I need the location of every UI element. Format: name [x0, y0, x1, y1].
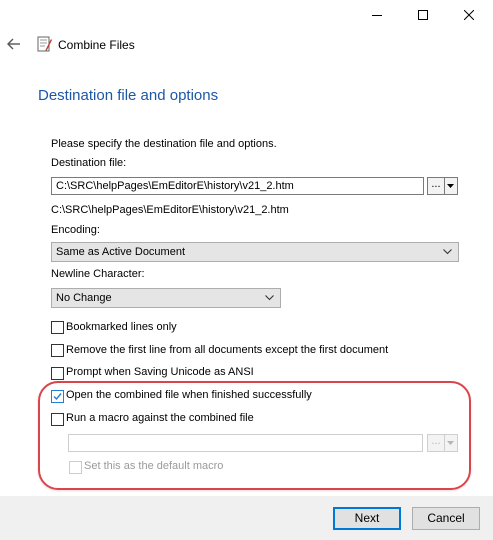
window-title: Combine Files [58, 38, 135, 52]
maximize-icon [418, 10, 428, 20]
encoding-label: Encoding: [51, 224, 100, 236]
browse-dropdown-arrow[interactable] [445, 178, 457, 194]
open-combined-file-checkbox[interactable] [51, 390, 64, 403]
default-macro-label: Set this as the default macro [84, 460, 224, 472]
newline-label: Newline Character: [51, 268, 145, 280]
maximize-button[interactable] [400, 0, 446, 30]
destination-browse-button[interactable]: ... [427, 177, 458, 195]
newline-select[interactable]: No Change [51, 288, 281, 308]
bookmarked-lines-label[interactable]: Bookmarked lines only [66, 321, 177, 333]
minimize-icon [372, 15, 382, 16]
macro-path-input[interactable] [68, 434, 423, 452]
default-macro-checkbox[interactable] [69, 461, 82, 474]
remove-first-line-label[interactable]: Remove the first line from all documents… [66, 344, 388, 356]
macro-browse-button[interactable]: ... [427, 434, 458, 452]
minimize-button[interactable] [354, 0, 400, 30]
browse-dots[interactable]: ... [428, 178, 445, 194]
destination-label: Destination file: [51, 157, 127, 169]
run-macro-label[interactable]: Run a macro against the combined file [66, 412, 254, 424]
browse-dropdown-arrow[interactable] [445, 435, 457, 451]
remove-first-line-checkbox[interactable] [51, 344, 64, 357]
close-button[interactable] [446, 0, 492, 30]
prompt-unicode-ansi-checkbox[interactable] [51, 367, 64, 380]
chevron-down-icon [443, 249, 452, 255]
destination-resolved-path: C:\SRC\helpPages\EmEditorE\history\v21_2… [51, 204, 289, 216]
close-icon [464, 10, 474, 20]
dropdown-arrow-icon [447, 441, 455, 445]
browse-dots[interactable]: ... [428, 435, 445, 451]
run-macro-checkbox[interactable] [51, 413, 64, 426]
page-heading: Destination file and options [38, 87, 219, 104]
footer-bar: Next Cancel [0, 496, 493, 540]
dropdown-arrow-icon [447, 184, 455, 188]
bookmarked-lines-checkbox[interactable] [51, 321, 64, 334]
next-button[interactable]: Next [333, 507, 401, 530]
encoding-selected: Same as Active Document [56, 246, 186, 258]
newline-selected: No Change [56, 292, 112, 304]
destination-file-input[interactable]: C:\SRC\helpPages\EmEditorE\history\v21_2… [51, 177, 424, 195]
back-button[interactable] [6, 37, 26, 53]
checkmark-icon [53, 393, 62, 401]
open-combined-file-label[interactable]: Open the combined file when finished suc… [66, 389, 312, 401]
prompt-unicode-ansi-label[interactable]: Prompt when Saving Unicode as ANSI [66, 366, 254, 378]
intro-text: Please specify the destination file and … [51, 138, 277, 150]
encoding-select[interactable]: Same as Active Document [51, 242, 459, 262]
chevron-down-icon [265, 295, 274, 301]
back-arrow-icon [7, 38, 20, 50]
cancel-button[interactable]: Cancel [412, 507, 480, 530]
combine-files-app-icon [37, 36, 52, 52]
